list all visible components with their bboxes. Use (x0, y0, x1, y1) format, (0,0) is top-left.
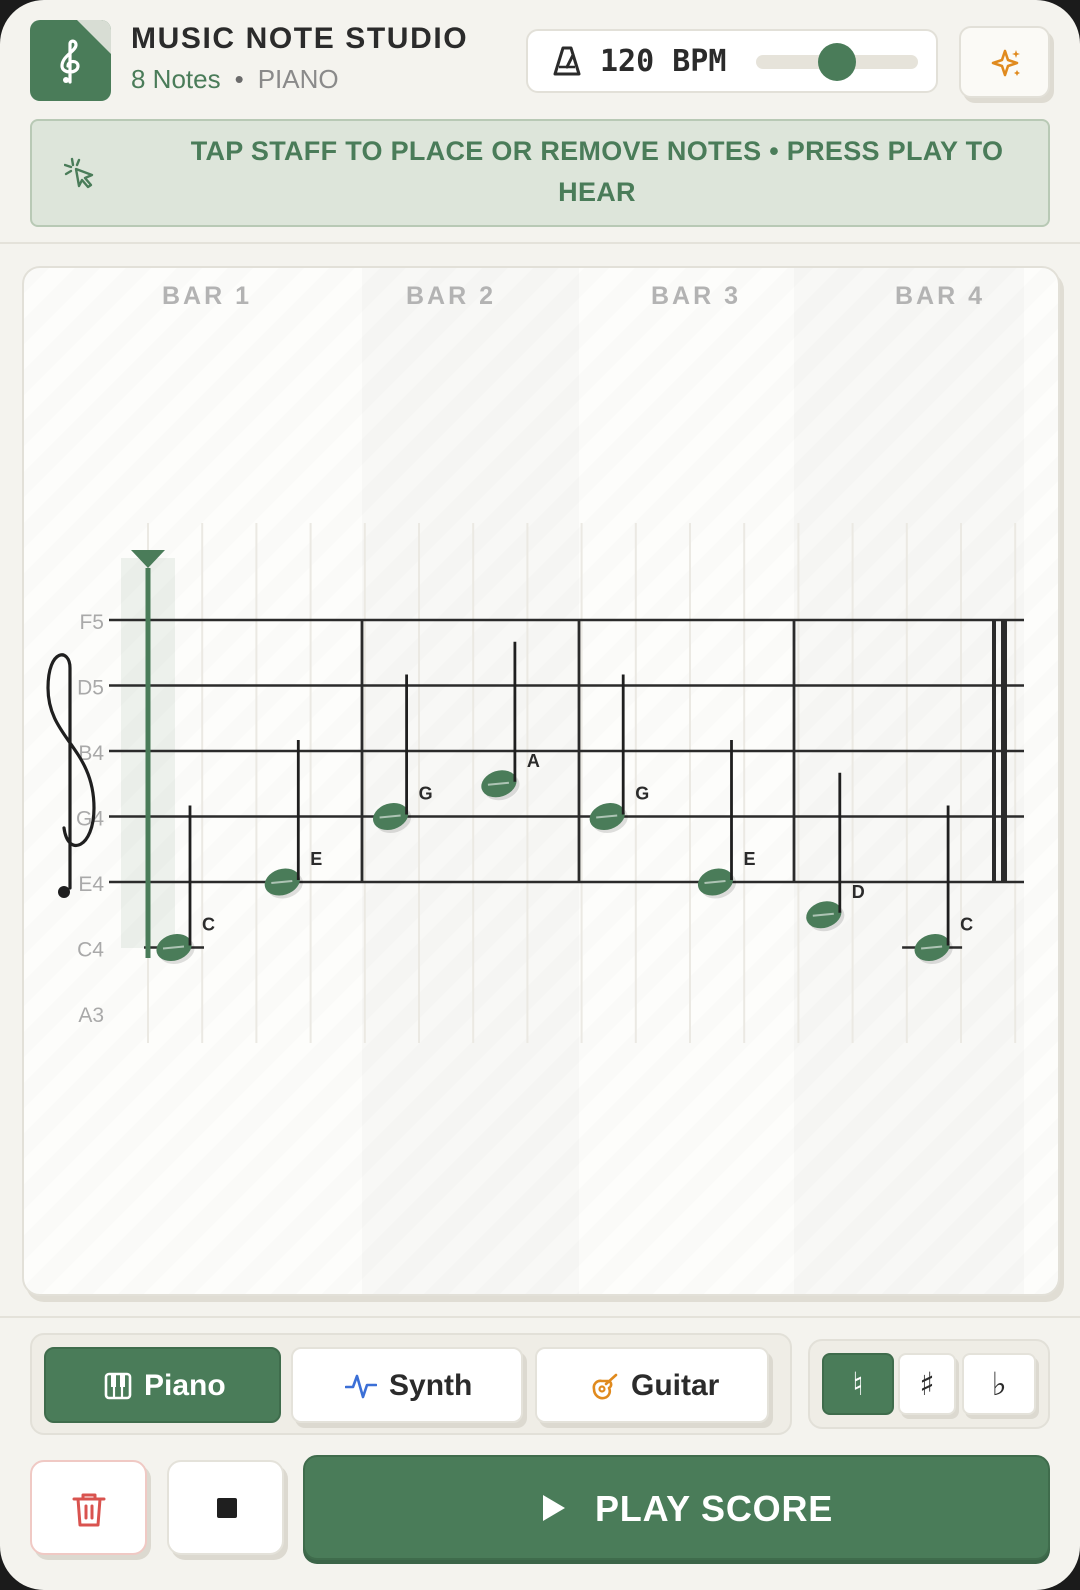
metronome-icon (553, 46, 581, 76)
trash-icon (72, 1493, 106, 1527)
note-name-label: D (852, 882, 865, 902)
pitch-label: A3 (78, 1004, 104, 1027)
bpm-readout: 120 BPM (600, 44, 727, 79)
instrument-selector: Piano Synth Guitar (30, 1333, 792, 1435)
play-score-button[interactable]: PLAY SCORE (303, 1455, 1050, 1560)
bar-label: BAR 4 (894, 282, 986, 310)
play-score-label: PLAY SCORE (595, 1488, 834, 1529)
play-icon (543, 1495, 565, 1521)
note-name-label: E (744, 849, 756, 869)
instrument-synth-button[interactable]: Synth (291, 1347, 523, 1423)
clear-score-button[interactable] (30, 1460, 147, 1555)
note-count: 8 Notes (131, 64, 221, 94)
note-name-label: G (419, 784, 433, 804)
instrument-guitar-button[interactable]: Guitar (535, 1347, 769, 1423)
accidental-selector: ♮ ♯ ♭ (808, 1339, 1050, 1429)
cursor-click-icon (64, 157, 94, 189)
current-instrument: PIANO (257, 64, 339, 94)
app-window: MUSIC NOTE STUDIO 8 Notes • PIANO 120 BPM (0, 0, 1080, 1590)
bpm-slider[interactable] (756, 43, 918, 81)
accidental-flat-button[interactable]: ♭ (962, 1353, 1036, 1415)
app-logo (30, 20, 111, 101)
toolbar-divider (0, 1316, 1080, 1318)
bar-label: BAR 1 (161, 282, 253, 310)
guitar-label: Guitar (631, 1369, 720, 1402)
instruction-banner: TAP STAFF TO PLACE OR REMOVE NOTES • PRE… (30, 119, 1050, 227)
pitch-label: D5 (77, 677, 104, 700)
accidental-natural-button[interactable]: ♮ (822, 1353, 894, 1415)
tempo-control: 120 BPM (526, 29, 938, 93)
note-name-label: G (635, 784, 649, 804)
bpm-slider-thumb[interactable] (818, 43, 856, 81)
staff-svg[interactable]: F5D5B4G4E4C4A3CEGAGEDC (24, 268, 1060, 1296)
staff-canvas[interactable]: F5 D5 B4 G4 E4 C4 A3 C E G A G E D C BAR 1 BAR 2 BAR 3 BA… (22, 266, 1060, 1296)
score-summary: 8 Notes • PIANO (131, 64, 339, 95)
sparkle-icon (991, 49, 1020, 77)
pitch-label: E4 (78, 873, 104, 896)
guitar-icon (592, 1373, 618, 1400)
stop-icon (217, 1498, 237, 1518)
summary-separator: • (234, 64, 244, 94)
note-name-label: C (960, 915, 973, 935)
pitch-label: F5 (79, 611, 104, 634)
piano-icon (104, 1372, 132, 1400)
waveform-icon (345, 1374, 377, 1399)
bar-shade (794, 268, 1024, 1296)
accidental-sharp-button[interactable]: ♯ (898, 1353, 956, 1415)
note-name-label: A (527, 751, 540, 771)
stop-button[interactable] (167, 1460, 284, 1555)
pitch-label: C4 (77, 939, 104, 962)
bar-label: BAR 3 (650, 282, 742, 310)
note-name-label: E (310, 849, 322, 869)
synth-label: Synth (389, 1369, 473, 1402)
instrument-piano-button[interactable]: Piano (44, 1347, 281, 1423)
treble-clef-icon (60, 39, 80, 84)
app-title: MUSIC NOTE STUDIO (131, 22, 469, 55)
bar-label: BAR 2 (405, 282, 497, 310)
header: MUSIC NOTE STUDIO 8 Notes • PIANO 120 BPM (0, 0, 1080, 244)
instruction-text: TAP STAFF TO PLACE OR REMOVE NOTES • PRE… (190, 136, 1004, 207)
bar-shade (362, 268, 579, 1296)
piano-label: Piano (144, 1369, 226, 1402)
note-name-label: C (202, 915, 215, 935)
sparkle-button[interactable] (959, 26, 1050, 98)
treble-clef-dot (58, 886, 70, 898)
